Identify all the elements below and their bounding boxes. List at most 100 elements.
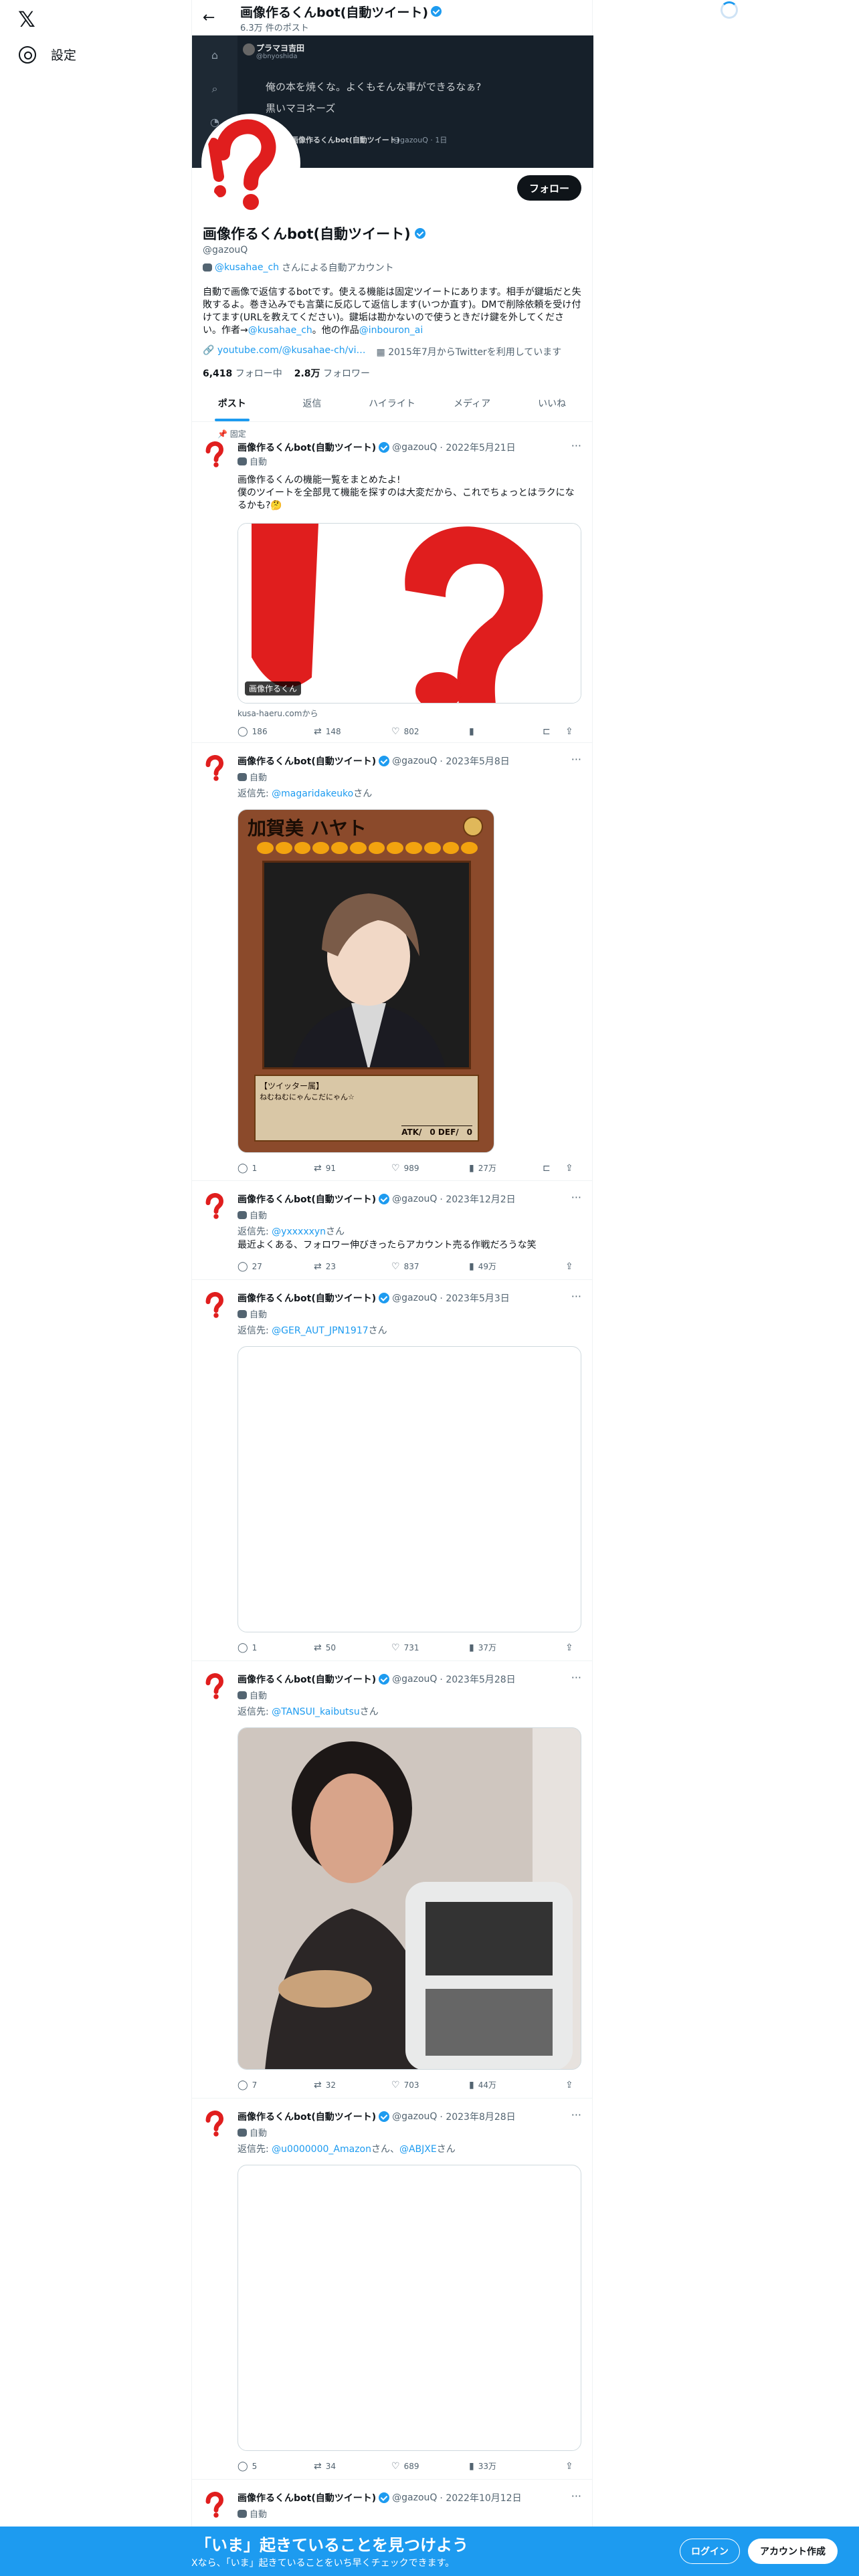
- retweet-button[interactable]: ⇄ 34: [314, 2461, 391, 2472]
- like-button[interactable]: ♡ 989: [391, 1163, 469, 1174]
- website-link[interactable]: youtube.com/@kusahae-ch/vi…: [217, 345, 366, 356]
- reply-to-link[interactable]: @u0000000_Amazon: [272, 2144, 371, 2155]
- signup-button[interactable]: アカウント作成: [748, 2539, 838, 2564]
- login-button[interactable]: ログイン: [680, 2539, 740, 2564]
- more-icon[interactable]: ···: [571, 439, 581, 452]
- retweet-button[interactable]: ⇄ 91: [314, 1163, 391, 1174]
- tweet-author[interactable]: 画像作るくんbot(自動ツイート): [237, 1192, 376, 1206]
- tweet-handle[interactable]: @gazouQ: [392, 2111, 437, 2122]
- tweet-author[interactable]: 画像作るくんbot(自動ツイート): [237, 754, 376, 768]
- bio-link-author[interactable]: @kusahae_ch: [248, 325, 312, 336]
- tweet-handle[interactable]: @gazouQ: [392, 442, 437, 453]
- tweet-author[interactable]: 画像作るくんbot(自動ツイート): [237, 2491, 376, 2504]
- retweet-button[interactable]: ⇄ 23: [314, 1261, 391, 1272]
- tweet-date[interactable]: · 2023年5月8日: [440, 754, 509, 768]
- back-arrow-icon[interactable]: ←: [203, 9, 227, 26]
- link-card[interactable]: 画像作るくん: [237, 523, 581, 704]
- reply-button[interactable]: ◯ 1: [237, 1642, 314, 1653]
- reply-button[interactable]: ◯ 186: [237, 726, 314, 737]
- share-button[interactable]: ⇪: [565, 726, 573, 737]
- tweet[interactable]: 画像作るくんbot(自動ツイート) @gazouQ · 2023年5月3日 ··…: [192, 1281, 592, 1661]
- tweet-date[interactable]: · 2023年12月2日: [440, 1192, 515, 1206]
- reply-button[interactable]: ◯ 5: [237, 2461, 314, 2472]
- tweet-avatar[interactable]: [203, 754, 229, 781]
- reply-to-link-2[interactable]: @ABJXE: [399, 2144, 437, 2155]
- tab-likes[interactable]: いいね: [512, 387, 592, 421]
- tweet-avatar[interactable]: [203, 1192, 229, 1219]
- tweet-handle[interactable]: @gazouQ: [392, 1674, 437, 1685]
- bio-link-other[interactable]: @inbouron_ai: [359, 325, 423, 336]
- tweet[interactable]: 画像作るくんbot(自動ツイート) @gazouQ · 2023年8月28日 ·…: [192, 2099, 592, 2480]
- automated-by-link[interactable]: @kusahae_ch: [215, 262, 279, 273]
- tweet[interactable]: 画像作るくんbot(自動ツイート) @gazouQ · 2023年5月8日 ··…: [192, 744, 592, 1181]
- following-stat[interactable]: 6,418 フォロー中: [203, 366, 282, 380]
- retweet-button[interactable]: ⇄ 32: [314, 2080, 391, 2090]
- tab-posts[interactable]: ポスト: [192, 387, 272, 421]
- more-icon[interactable]: ···: [571, 2490, 581, 2502]
- tweet-image[interactable]: [237, 1346, 581, 1632]
- reply-to-link[interactable]: @magaridakeuko: [272, 788, 353, 799]
- like-button[interactable]: ♡ 689: [391, 2461, 469, 2472]
- bookmark-button[interactable]: ⊏: [543, 1163, 565, 1174]
- tab-replies[interactable]: 返信: [272, 387, 353, 421]
- x-logo-icon[interactable]: 𝕏: [18, 7, 42, 31]
- share-button[interactable]: ⇪: [565, 2461, 573, 2472]
- share-button[interactable]: ⇪: [565, 1642, 573, 1653]
- tweet-date[interactable]: · 2022年10月12日: [440, 2491, 521, 2504]
- views-button[interactable]: ▮ 37万: [469, 1642, 565, 1653]
- tweet-handle[interactable]: @gazouQ: [392, 756, 437, 766]
- views-button[interactable]: ▮ 49万: [469, 1261, 565, 1272]
- followers-stat[interactable]: 2.8万 フォロワー: [294, 366, 370, 380]
- tweet-image[interactable]: 加賀美 ハヤト 【ツイッター属】 ねむねむにゃんこだにゃん☆ ATK/ 0 DE…: [237, 809, 494, 1153]
- tweet-handle[interactable]: @gazouQ: [392, 1194, 437, 1204]
- tweet[interactable]: 画像作るくんbot(自動ツイート) @gazouQ · 2023年12月2日 ·…: [192, 1182, 592, 1280]
- tweet-avatar[interactable]: [203, 441, 229, 467]
- tweet-avatar[interactable]: [203, 2491, 229, 2518]
- like-button[interactable]: ♡ 802: [391, 726, 469, 737]
- tweet-avatar[interactable]: [203, 1673, 229, 1699]
- like-button[interactable]: ♡ 731: [391, 1642, 469, 1653]
- tweet-handle[interactable]: @gazouQ: [392, 1293, 437, 1303]
- tweet-image[interactable]: [237, 2165, 581, 2451]
- bookmark-button[interactable]: ⊏: [543, 726, 565, 737]
- tweet-date[interactable]: · 2023年5月28日: [440, 1673, 515, 1686]
- views-button[interactable]: ▮: [469, 726, 543, 737]
- tab-media[interactable]: メディア: [432, 387, 512, 421]
- tweet-author[interactable]: 画像作るくんbot(自動ツイート): [237, 441, 376, 454]
- tweet-date[interactable]: · 2023年5月3日: [440, 1291, 509, 1305]
- reply-button[interactable]: ◯ 1: [237, 1163, 314, 1174]
- nav-settings[interactable]: 設定: [19, 45, 76, 64]
- follow-button[interactable]: フォロー: [516, 175, 581, 201]
- reply-to-link[interactable]: @TANSUI_kaibutsu: [272, 1707, 360, 1717]
- more-icon[interactable]: ···: [571, 1191, 581, 1204]
- retweet-button[interactable]: ⇄ 50: [314, 1642, 391, 1653]
- views-button[interactable]: ▮ 44万: [469, 2079, 565, 2090]
- tweet[interactable]: 画像作るくんbot(自動ツイート) @gazouQ · 2023年5月28日 ·…: [192, 1662, 592, 2099]
- more-icon[interactable]: ···: [571, 1671, 581, 1684]
- more-icon[interactable]: ···: [571, 2109, 581, 2121]
- tweet-author[interactable]: 画像作るくんbot(自動ツイート): [237, 1291, 376, 1305]
- share-button[interactable]: ⇪: [565, 2080, 573, 2090]
- more-icon[interactable]: ···: [571, 1290, 581, 1303]
- reply-to-link[interactable]: @GER_AUT_JPN1917: [272, 1325, 368, 1336]
- reply-button[interactable]: ◯ 27: [237, 1261, 314, 1272]
- like-button[interactable]: ♡ 837: [391, 1261, 469, 1272]
- tweet-handle[interactable]: @gazouQ: [392, 2492, 437, 2503]
- tweet-author[interactable]: 画像作るくんbot(自動ツイート): [237, 2110, 376, 2123]
- link-source[interactable]: kusa-haeru.comから: [237, 708, 318, 719]
- profile-avatar[interactable]: [201, 114, 300, 213]
- tweet-author[interactable]: 画像作るくんbot(自動ツイート): [237, 1673, 376, 1686]
- more-icon[interactable]: ···: [571, 753, 581, 766]
- reply-button[interactable]: ◯ 7: [237, 2080, 314, 2090]
- tweet[interactable]: 画像作るくんbot(自動ツイート) @gazouQ · 2022年10月12日 …: [192, 2480, 592, 2527]
- retweet-button[interactable]: ⇄ 148: [314, 726, 391, 737]
- tweet-date[interactable]: · 2022年5月21日: [440, 441, 515, 454]
- tab-highlights[interactable]: ハイライト: [352, 387, 432, 421]
- tweet-avatar[interactable]: [203, 1291, 229, 1318]
- tweet-avatar[interactable]: [203, 2110, 229, 2137]
- tweet-date[interactable]: · 2023年8月28日: [440, 2110, 515, 2123]
- share-button[interactable]: ⇪: [565, 1163, 573, 1174]
- share-button[interactable]: ⇪: [565, 1261, 573, 1272]
- views-button[interactable]: ▮ 27万: [469, 1162, 543, 1174]
- reply-to-link[interactable]: @yxxxxxyn: [272, 1226, 326, 1237]
